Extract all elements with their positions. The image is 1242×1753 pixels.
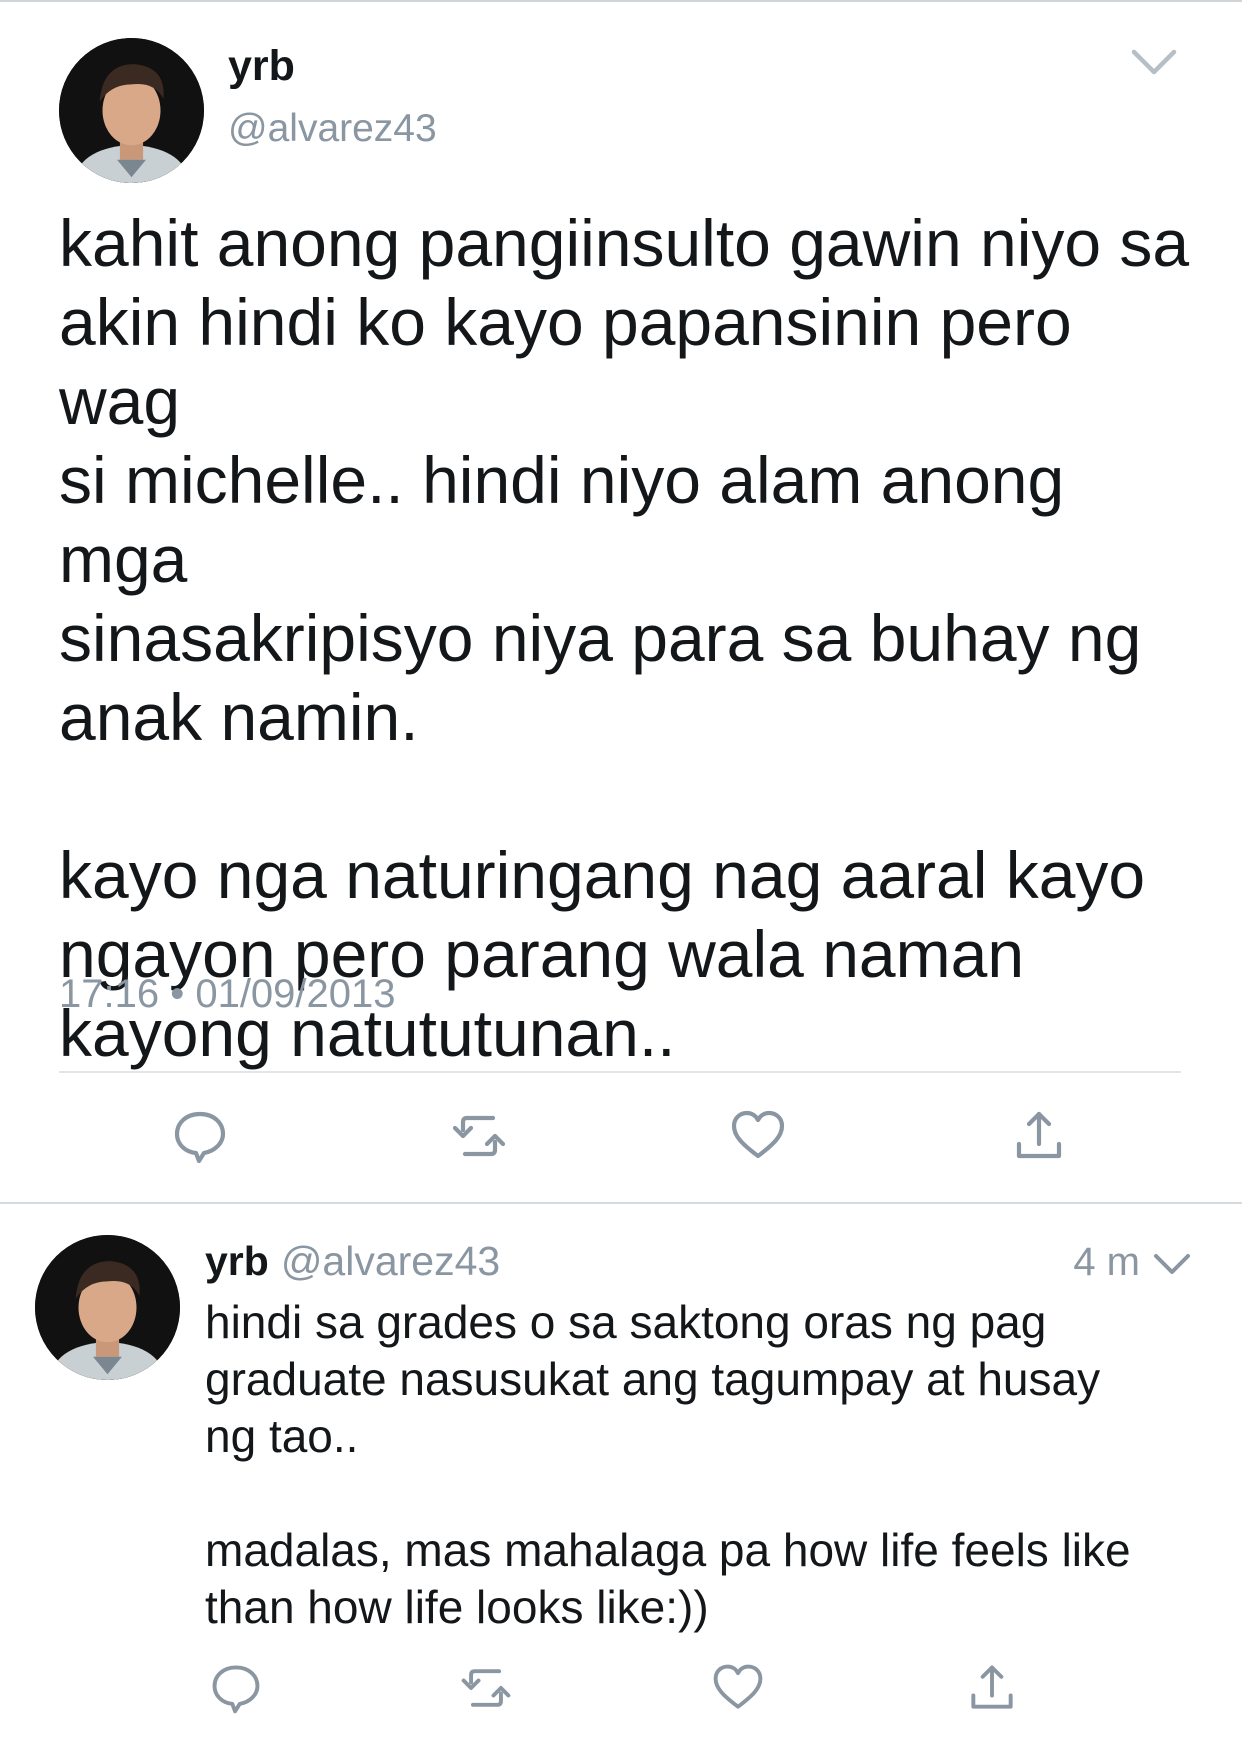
main-tweet: yrb @alvarez43 kahit anong pangiinsulto …	[0, 0, 1242, 1204]
reply-icon[interactable]	[208, 1660, 264, 1716]
author-handle[interactable]: @alvarez43	[228, 107, 437, 151]
reply-header: yrb @alvarez43	[205, 1238, 500, 1285]
author-handle[interactable]: @alvarez43	[281, 1238, 500, 1284]
author-name[interactable]: yrb	[205, 1238, 269, 1284]
reply-icon[interactable]	[170, 1106, 230, 1166]
tweet-text: hindi sa grades o sa saktong oras ng pag…	[205, 1296, 1131, 1633]
like-icon[interactable]	[710, 1660, 766, 1716]
share-icon[interactable]	[1009, 1106, 1069, 1166]
avatar-photo	[35, 1235, 180, 1380]
section-divider	[0, 1202, 1242, 1204]
tweet-timestamp: 17:16 • 01/09/2013	[59, 972, 396, 1016]
chevron-down-icon[interactable]	[1130, 46, 1178, 80]
divider	[59, 1071, 1181, 1073]
author-name[interactable]: yrb	[228, 42, 295, 91]
avatar-photo	[59, 38, 204, 183]
share-icon[interactable]	[964, 1660, 1020, 1716]
avatar[interactable]	[59, 38, 204, 183]
avatar[interactable]	[35, 1235, 180, 1380]
like-icon[interactable]	[728, 1106, 788, 1166]
tweet-text: kahit anong pangiinsulto gawin niyo sa a…	[59, 206, 1190, 1070]
retweet-icon[interactable]	[449, 1106, 509, 1166]
relative-time: 4 m	[1073, 1240, 1140, 1284]
retweet-icon[interactable]	[458, 1660, 514, 1716]
chevron-down-icon[interactable]	[1152, 1250, 1192, 1278]
